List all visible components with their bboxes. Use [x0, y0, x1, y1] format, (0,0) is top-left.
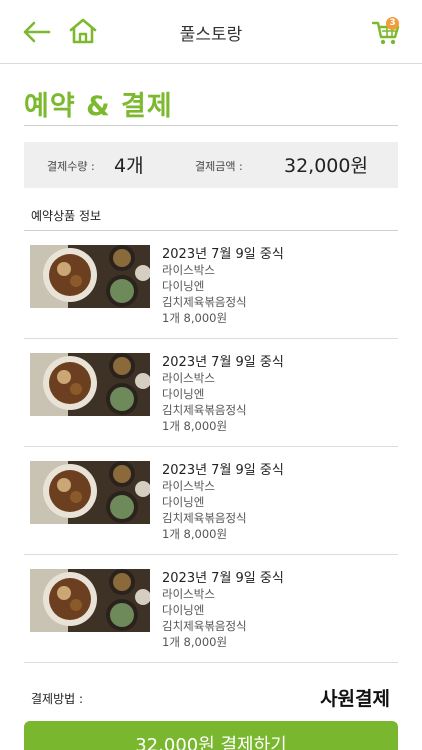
payment-method-value: 사원결제	[320, 688, 390, 710]
item-date: 2023년 7월 9일 중식	[162, 355, 284, 370]
food-thumbnail	[30, 353, 150, 416]
item-store: 다이닝엔	[162, 495, 205, 509]
reservation-item: 2023년 7월 9일 중식 라이스박스 다이닝엔 김치제육볶음정식 1개 8,…	[24, 447, 398, 555]
item-category: 라이스박스	[162, 263, 215, 277]
payment-method-label: 결제방법 :	[31, 692, 84, 706]
cart-count-badge: 3	[386, 17, 399, 30]
item-qty-price: 1개 8,000원	[162, 527, 228, 541]
item-date: 2023년 7월 9일 중식	[162, 571, 284, 586]
item-qty-price: 1개 8,000원	[162, 419, 228, 433]
food-thumbnail	[30, 245, 150, 308]
order-summary: 결제수량 : 4개 결제금액 : 32,000원	[24, 142, 398, 188]
item-category: 라이스박스	[162, 371, 215, 385]
item-category: 라이스박스	[162, 587, 215, 601]
item-qty-price: 1개 8,000원	[162, 311, 228, 325]
amount-label: 결제금액 :	[195, 160, 243, 173]
item-category: 라이스박스	[162, 479, 215, 493]
reservation-item: 2023년 7월 9일 중식 라이스박스 다이닝엔 김치제육볶음정식 1개 8,…	[24, 339, 398, 447]
reservation-item: 2023년 7월 9일 중식 라이스박스 다이닝엔 김치제육볶음정식 1개 8,…	[24, 555, 398, 663]
item-menu: 김치제육볶음정식	[162, 295, 247, 309]
item-store: 다이닝엔	[162, 279, 205, 293]
pay-button[interactable]: 32,000원 결제하기	[24, 721, 398, 750]
section-label: 예약상품 정보	[31, 209, 102, 223]
item-menu: 김치제육볶음정식	[162, 403, 247, 417]
quantity-label: 결제수량 :	[47, 160, 95, 173]
reservation-item: 2023년 7월 9일 중식 라이스박스 다이닝엔 김치제육볶음정식 1개 8,…	[24, 231, 398, 339]
item-date: 2023년 7월 9일 중식	[162, 463, 284, 478]
food-thumbnail	[30, 569, 150, 632]
header-title: 풀스토랑	[179, 25, 243, 45]
item-store: 다이닝엔	[162, 387, 205, 401]
quantity-value: 4개	[114, 155, 144, 177]
page-title: 예약 & 결제	[24, 91, 173, 122]
item-date: 2023년 7월 9일 중식	[162, 247, 284, 262]
top-header: 풀스토랑 3	[0, 0, 422, 64]
item-menu: 김치제육볶음정식	[162, 511, 247, 525]
food-thumbnail	[30, 461, 150, 524]
item-store: 다이닝엔	[162, 603, 205, 617]
amount-value: 32,000원	[284, 155, 368, 177]
cart-button[interactable]: 3	[366, 14, 406, 50]
item-qty-price: 1개 8,000원	[162, 635, 228, 649]
divider	[24, 125, 398, 126]
item-menu: 김치제육볶음정식	[162, 619, 247, 633]
app-screen: 풀스토랑 3 예약 & 결제 결제수량 : 4개 결제금액 : 32,000원 …	[0, 0, 422, 750]
